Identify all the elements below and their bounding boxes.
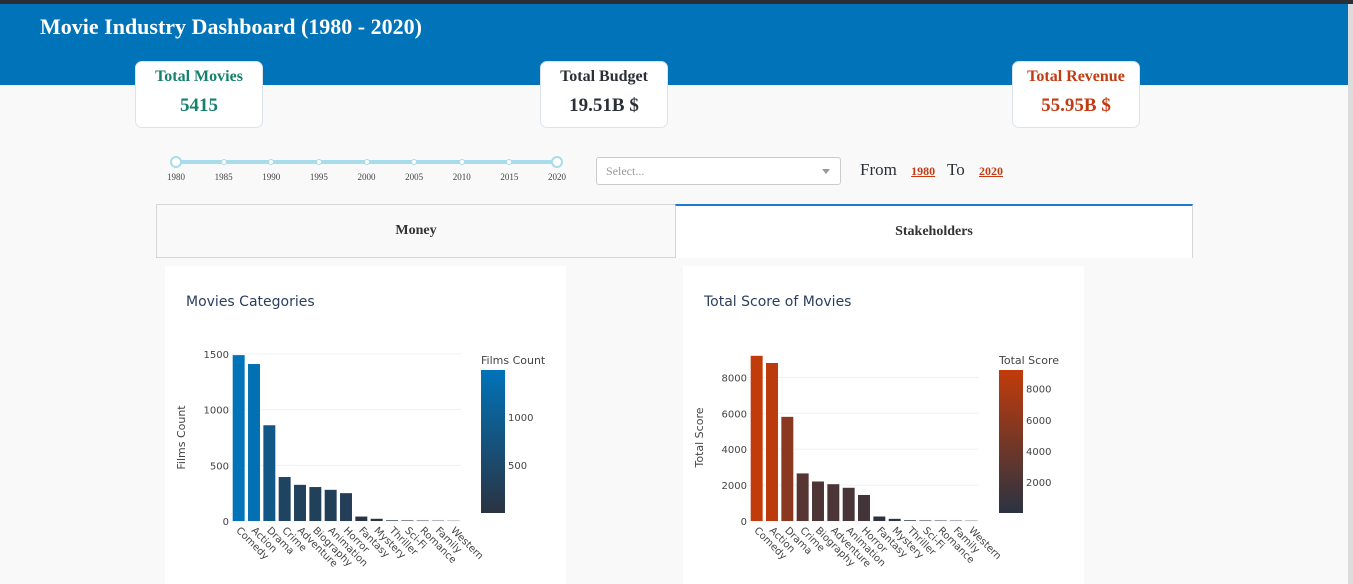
tab-money[interactable]: Money — [156, 204, 676, 258]
colorbar — [999, 370, 1023, 513]
slider-mark[interactable] — [411, 159, 418, 165]
movies-categories-panel: Movies Categories 0 500 1000 1500 Films Count… — [165, 266, 566, 584]
bar — [750, 355, 763, 521]
total-revenue-card: Total Revenue 55.95B $ — [1012, 61, 1140, 128]
total-movies-card: Total Movies 5415 — [135, 61, 263, 128]
bar — [324, 489, 337, 521]
y-tick-label: 0 — [741, 517, 747, 528]
slider-label: 1980 — [167, 172, 185, 182]
bar — [904, 520, 916, 521]
total-score-chart: Total Score of Movies 0 2000 4000 6000 8000 To… — [693, 294, 1059, 570]
y-tick-label: 8000 — [722, 373, 747, 384]
bar — [888, 518, 901, 521]
total-budget-card: Total Budget 19.51B $ — [540, 61, 668, 128]
total-score-panel: Total Score of Movies 0 2000 4000 6000 8000 To… — [683, 266, 1084, 584]
colorbar-tick-label: 500 — [508, 461, 527, 472]
slider-label: 1995 — [309, 172, 328, 182]
y-tick-label: 500 — [210, 461, 229, 472]
slider-mark[interactable] — [268, 159, 275, 165]
total-revenue-value: 55.95B $ — [1041, 95, 1111, 116]
colorbar-tick-label: 2000 — [1026, 478, 1051, 489]
bar — [842, 487, 855, 521]
slider-mark[interactable] — [220, 159, 227, 165]
to-label: To — [947, 160, 965, 179]
total-revenue-title: Total Revenue — [1027, 68, 1125, 85]
y-tick-label: 1500 — [204, 350, 229, 361]
colorbar-tick-label: 1000 — [508, 413, 533, 424]
bar — [873, 516, 886, 521]
year-range-display: From 1980 To 2020 — [860, 160, 1011, 180]
bar — [401, 520, 414, 521]
bar — [278, 477, 291, 521]
bar — [827, 484, 840, 521]
bar — [263, 425, 276, 521]
slider-handle-end[interactable] — [551, 156, 563, 168]
y-tick-label: 4000 — [722, 445, 747, 456]
y-axis-label: Total Score — [693, 407, 706, 468]
slider-mark[interactable] — [506, 159, 513, 165]
scrollbar[interactable] — [1348, 4, 1353, 584]
genre-select[interactable]: Select... — [596, 157, 841, 185]
colorbar-tick-label: 8000 — [1026, 385, 1051, 396]
tab-bar: Money Stakeholders — [156, 204, 1193, 258]
bar — [796, 473, 809, 521]
to-year: 2020 — [979, 164, 1003, 178]
bar — [309, 487, 322, 521]
bar — [232, 355, 245, 521]
y-tick-label: 6000 — [722, 409, 747, 420]
dashboard-title: Movie Industry Dashboard (1980 - 2020) — [40, 14, 422, 39]
chevron-down-icon[interactable] — [822, 169, 830, 174]
bar — [781, 416, 794, 521]
chart-title: Movies Categories — [186, 294, 315, 310]
slider-mark[interactable] — [363, 159, 370, 165]
colorbar-tick-label: 4000 — [1026, 447, 1051, 458]
tab-stakeholders[interactable]: Stakeholders — [675, 204, 1193, 258]
bar — [340, 493, 352, 521]
y-tick-label: 1000 — [204, 406, 229, 417]
slider-label: 2020 — [548, 172, 566, 182]
total-movies-title: Total Movies — [155, 68, 243, 85]
slider-mark[interactable] — [315, 159, 322, 165]
bar — [248, 364, 260, 521]
bar — [919, 520, 932, 521]
year-range-slider[interactable]: 1980 1985 1990 1995 2000 2005 2010 2015 2020 — [166, 153, 576, 187]
from-year: 1980 — [911, 164, 936, 178]
slider-label: 1985 — [214, 172, 233, 182]
total-movies-value: 5415 — [180, 95, 218, 116]
colorbar-title: Films Count — [481, 354, 546, 367]
slider-label: 1990 — [262, 172, 281, 182]
bar — [386, 520, 398, 521]
slider-mark[interactable] — [458, 159, 465, 165]
colorbar-title: Total Score — [998, 354, 1059, 367]
total-budget-value: 19.51B $ — [569, 95, 639, 116]
y-tick-label: 2000 — [722, 481, 747, 492]
slider-handle-start[interactable] — [170, 156, 182, 168]
slider-label: 2005 — [405, 172, 424, 182]
colorbar-tick-label: 6000 — [1026, 416, 1051, 427]
movies-categories-chart: Movies Categories 0 500 1000 1500 Films Count… — [175, 294, 546, 570]
bar — [355, 516, 368, 521]
colorbar — [481, 370, 505, 513]
bar — [294, 484, 306, 521]
bar — [858, 494, 870, 521]
slider-label: 2010 — [452, 172, 471, 182]
y-axis-label: Films Count — [175, 405, 188, 470]
from-label: From — [860, 160, 897, 179]
bar — [370, 518, 383, 521]
select-placeholder: Select... — [606, 164, 645, 178]
chart-title: Total Score of Movies — [703, 294, 851, 310]
slider-label: 2000 — [357, 172, 376, 182]
total-budget-title: Total Budget — [560, 68, 648, 85]
y-tick-label: 0 — [223, 517, 229, 528]
bar — [812, 481, 824, 521]
slider-label: 2015 — [500, 172, 519, 182]
bar — [766, 362, 778, 521]
